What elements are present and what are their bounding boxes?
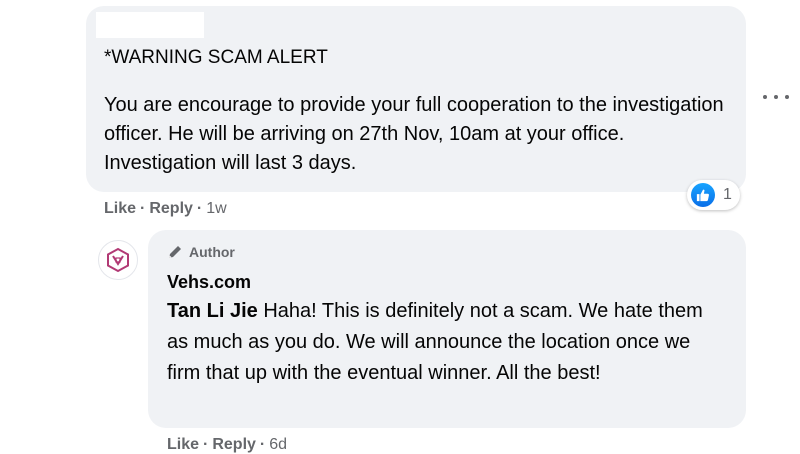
reaction-count: 1 [723, 186, 732, 203]
reply-timestamp[interactable]: 6d [269, 436, 287, 453]
pen-icon [169, 246, 181, 258]
reply-actions: Like · Reply · 6d [167, 436, 287, 454]
vehs-logo-icon [107, 247, 129, 273]
reaction-summary[interactable]: 1 [687, 180, 740, 210]
author-badge: Author [167, 244, 235, 260]
reply-page-name[interactable]: Vehs.com [167, 272, 251, 293]
reply-text: Tan Li Jie Haha! This is definitely not … [167, 296, 727, 389]
comment-timestamp[interactable]: 1w [206, 200, 226, 217]
thumbs-up-icon [691, 183, 715, 207]
mention-link[interactable]: Tan Li Jie [167, 300, 258, 322]
separator-dot: · [203, 436, 209, 453]
like-button[interactable]: Like [104, 200, 136, 217]
separator-dot: · [196, 200, 203, 217]
reply-button[interactable]: Reply [212, 436, 256, 453]
avatar[interactable] [98, 240, 138, 280]
separator-dot: · [259, 436, 266, 453]
like-button[interactable]: Like [167, 436, 199, 453]
comment-title: *WARNING SCAM ALERT [104, 47, 328, 68]
redacted-commenter-name [96, 12, 204, 38]
author-badge-label: Author [189, 244, 235, 260]
comment-text: You are encourage to provide your full c… [104, 94, 724, 174]
reply-button[interactable]: Reply [149, 200, 193, 217]
separator-dot: · [140, 200, 146, 217]
more-options-icon[interactable] [763, 91, 789, 103]
comment-actions: Like · Reply · 1w [104, 200, 227, 218]
